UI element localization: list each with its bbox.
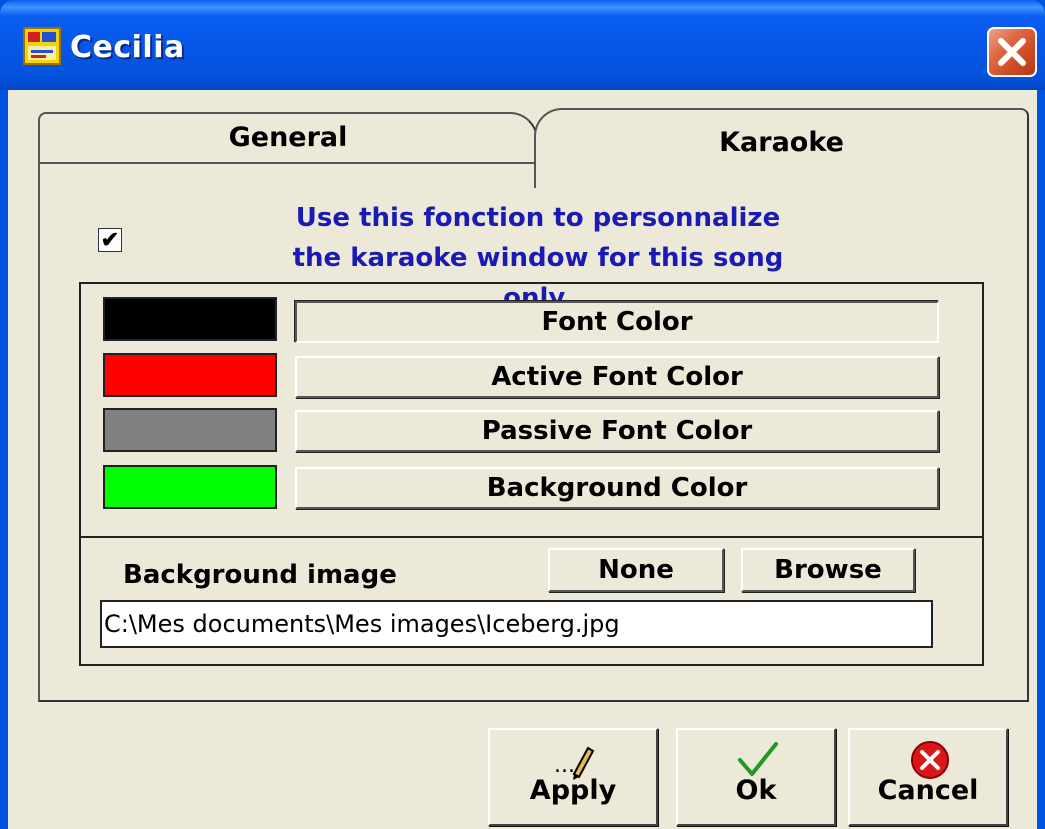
apply-label: Apply: [529, 775, 617, 806]
cancel-x-icon: [911, 741, 949, 779]
tab-karaoke-label: Karaoke: [719, 127, 844, 158]
background-image-label: Background image: [123, 560, 397, 590]
none-button[interactable]: None: [548, 548, 724, 592]
window-title: Cecilia: [70, 30, 185, 65]
dialog-window: Cecilia General Karaoke ✔ Use this fonct…: [0, 0, 1045, 829]
apply-button[interactable]: ... Apply: [488, 728, 658, 826]
close-button[interactable]: [987, 27, 1037, 77]
dialog-client-area: General Karaoke ✔ Use this fonction to p…: [8, 90, 1037, 829]
background-image-path-field[interactable]: C:\Mes documents\Mes images\Iceberg.jpg: [100, 600, 933, 648]
checkmark-icon: [738, 742, 778, 776]
cancel-button[interactable]: Cancel: [848, 728, 1008, 826]
ok-button[interactable]: Ok: [676, 728, 836, 826]
font-color-button[interactable]: Font Color: [295, 301, 939, 343]
passive-font-color-button[interactable]: Passive Font Color: [295, 410, 939, 452]
app-icon: [23, 27, 61, 65]
active-font-color-swatch: [103, 353, 277, 397]
passive-font-color-swatch: [103, 408, 277, 452]
cancel-label: Cancel: [877, 775, 979, 806]
background-color-swatch: [103, 465, 277, 509]
tab-general[interactable]: General: [38, 112, 538, 164]
background-color-button[interactable]: Background Color: [295, 467, 939, 509]
browse-button[interactable]: Browse: [741, 548, 915, 592]
ok-label: Ok: [735, 775, 777, 806]
font-color-swatch: [103, 297, 277, 341]
active-font-color-button[interactable]: Active Font Color: [295, 356, 939, 398]
tab-karaoke[interactable]: Karaoke: [534, 108, 1029, 188]
personalize-checkbox[interactable]: ✔: [98, 228, 122, 252]
tab-general-label: General: [228, 122, 348, 153]
info-line-1: Use this fonction to personnalize: [295, 203, 781, 233]
close-icon: [998, 38, 1026, 66]
group-separator: [79, 536, 984, 538]
pencil-icon: ...: [554, 746, 595, 780]
title-bar[interactable]: Cecilia: [0, 0, 1045, 90]
